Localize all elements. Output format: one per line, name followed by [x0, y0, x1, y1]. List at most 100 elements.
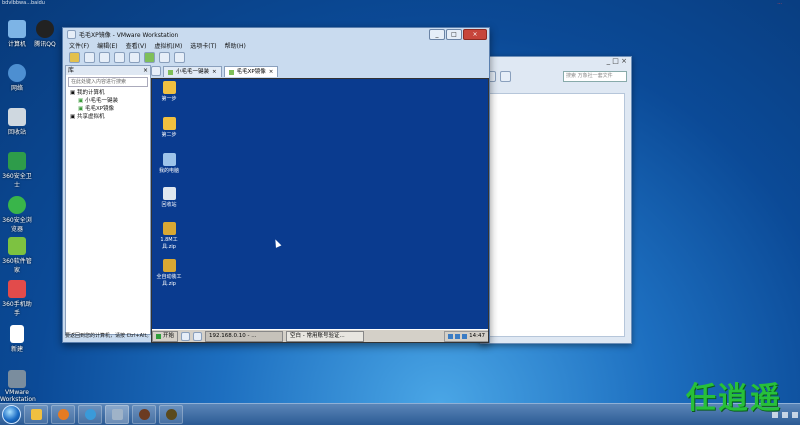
library-search-input[interactable]: 在此处键入内容进行搜索 — [68, 77, 148, 87]
browser-icon — [8, 196, 26, 214]
start-button[interactable] — [2, 405, 21, 424]
guest-screen[interactable]: 第一步 第二步 我的电脑 回收站 1.8M工具.zip 全自动装工具.zip 开… — [151, 78, 489, 343]
windows-flag-icon — [156, 333, 161, 339]
guest-clock: 14:47 — [469, 332, 485, 339]
desktop-icon-label: 360安全卫士 — [2, 173, 32, 189]
guest-icon-zip-1[interactable]: 1.8M工具.zip — [154, 222, 184, 250]
mouse-cursor-icon — [272, 238, 282, 248]
taskbar-ie[interactable] — [78, 405, 102, 424]
tree-item-my-computer[interactable]: ▣ 我的计算机 — [66, 89, 150, 97]
shared-icon: ▣ — [70, 114, 76, 120]
guest-icon-recycle-bin[interactable]: 回收站 — [154, 187, 184, 208]
quick-launch-icon[interactable] — [193, 331, 203, 341]
taskbar-vmware[interactable] — [105, 405, 129, 424]
taskbar-app-2[interactable] — [159, 405, 183, 424]
explorer-window[interactable]: _ □ × 搜索 万象社一套文件 — [480, 56, 632, 344]
folder-icon — [30, 409, 42, 420]
vmware-window[interactable]: 毛毛XP镜像 - VMware Workstation _ □ × 文件(F) … — [62, 27, 490, 343]
snapshot-icon[interactable] — [84, 51, 95, 63]
close-button[interactable]: × — [463, 28, 487, 40]
tree-item-shared-vms[interactable]: ▣ 共享虚拟机 — [66, 113, 150, 121]
home-icon[interactable] — [151, 66, 161, 76]
recycle-bin-icon — [162, 187, 176, 200]
thumbnail-icon[interactable] — [159, 51, 170, 63]
desktop-icon-360-phone[interactable]: 360手机助手 — [0, 280, 34, 317]
minimize-button[interactable]: _ — [429, 28, 445, 40]
vmware-title-bar[interactable]: 毛毛XP镜像 - VMware Workstation _ □ × — [63, 28, 489, 40]
explorer-title-buttons[interactable]: _ □ × — [481, 57, 631, 69]
desktop-icon-360-security[interactable]: 360安全卫士 — [0, 152, 34, 189]
console-view-icon[interactable] — [174, 51, 185, 63]
guest-icon-step-2[interactable]: 第二步 — [154, 117, 184, 138]
folder-icon — [162, 117, 176, 130]
close-icon[interactable]: × — [212, 67, 217, 77]
guest-start-button[interactable]: 开始 — [152, 330, 179, 342]
vmware-app-icon — [67, 29, 76, 39]
guest-icon-step-1[interactable]: 第一步 — [154, 81, 184, 102]
desktop-icon-recycle-bin[interactable]: 回收站 — [0, 108, 34, 136]
tree-item-vm-2[interactable]: ▣ 毛毛XP镜像 — [66, 105, 150, 113]
menu-tabs[interactable]: 选项卡(T) — [190, 41, 216, 50]
media-player-icon — [57, 409, 69, 420]
guest-icon-my-computer[interactable]: 我的电脑 — [154, 153, 184, 174]
vmware-tab-strip: 小毛毛一键装 × 毛毛XP镜像 × — [151, 65, 487, 77]
desktop-icon-qq[interactable]: 腾讯QQ — [28, 20, 62, 48]
explorer-search-input[interactable]: 搜索 万象社一套文件 — [563, 70, 627, 82]
manage-snapshots-icon[interactable] — [114, 51, 125, 63]
desktop-icon-label: 计算机 — [7, 41, 26, 48]
tree-item-vm-1[interactable]: ▣ 小毛毛一键装 — [66, 97, 150, 105]
desktop-icon-360-software[interactable]: 360软件管家 — [0, 237, 34, 274]
tray-icon[interactable] — [455, 333, 461, 339]
explorer-content — [487, 93, 625, 337]
tray-icon[interactable] — [462, 333, 468, 339]
tab-vm-1[interactable]: 小毛毛一键装 × — [163, 66, 222, 77]
network-icon — [8, 64, 26, 82]
menu-view[interactable]: 查看(V) — [126, 41, 147, 50]
menu-file[interactable]: 文件(F) — [69, 41, 89, 50]
guest-task-1[interactable]: 192.168.0.10 - ... — [205, 330, 284, 342]
menu-edit[interactable]: 编辑(E) — [97, 41, 117, 50]
menu-help[interactable]: 帮助(H) — [225, 41, 246, 50]
file-icon — [10, 325, 24, 343]
tray-icon[interactable] — [448, 333, 454, 339]
folder-icon — [162, 81, 176, 94]
taskbar-media-player[interactable] — [51, 405, 75, 424]
close-icon[interactable]: × — [269, 67, 274, 77]
guest-taskbar: 开始 192.168.0.10 - ... 空白 - 常用账号验证... 14:… — [152, 329, 488, 342]
quick-launch-icon[interactable] — [181, 331, 191, 341]
vmware-menu-bar: 文件(F) 编辑(E) 查看(V) 虚拟机(M) 选项卡(T) 帮助(H) — [63, 40, 489, 51]
desktop-icon-vmware[interactable]: VMware Workstation — [0, 370, 36, 403]
vmware-title: 毛毛XP镜像 - VMware Workstation — [79, 31, 179, 39]
watermark-logo: 任逍遥 — [686, 381, 782, 416]
power-icon[interactable] — [69, 51, 80, 63]
vm-tab-icon — [228, 69, 234, 75]
desktop-icon-label: 网络 — [10, 85, 23, 92]
guest-icon-zip-2[interactable]: 全自动装工具.zip — [154, 259, 184, 287]
desktop-icon-360-browser[interactable]: 360安全浏览器 — [0, 196, 34, 233]
maximize-button[interactable]: □ — [446, 28, 462, 40]
desktop-icon-network[interactable]: 网络 — [0, 64, 34, 92]
close-icon[interactable]: × — [143, 66, 148, 75]
qq-icon — [36, 20, 54, 38]
revert-icon[interactable] — [99, 51, 110, 63]
desktop-icon-new-file[interactable]: 新建 — [0, 325, 34, 353]
guest-task-2[interactable]: 空白 - 常用账号验证... — [286, 330, 365, 342]
desktop-icon-label: 腾讯QQ — [34, 41, 56, 48]
vmware-icon — [111, 409, 123, 420]
forward-icon[interactable] — [500, 70, 511, 82]
desktop-icon-label: 360软件管家 — [2, 258, 32, 274]
desktop-icon-label: 新建 — [10, 346, 23, 353]
security-icon — [8, 152, 26, 170]
fullscreen-icon[interactable] — [129, 51, 140, 63]
tray-icon[interactable] — [782, 411, 788, 418]
taskbar-explorer[interactable] — [24, 405, 48, 424]
menu-vm[interactable]: 虚拟机(M) — [154, 41, 182, 50]
taskbar-app-1[interactable] — [132, 405, 156, 424]
tray-icon[interactable] — [792, 411, 798, 418]
computer-icon — [8, 20, 26, 38]
desktop-icon-label: 360安全浏览器 — [2, 217, 32, 233]
zip-icon — [162, 222, 176, 235]
desktop-icon-label: VMware Workstation — [0, 389, 36, 403]
view-library-icon[interactable] — [144, 51, 155, 63]
tab-vm-2[interactable]: 毛毛XP镜像 × — [223, 66, 279, 77]
